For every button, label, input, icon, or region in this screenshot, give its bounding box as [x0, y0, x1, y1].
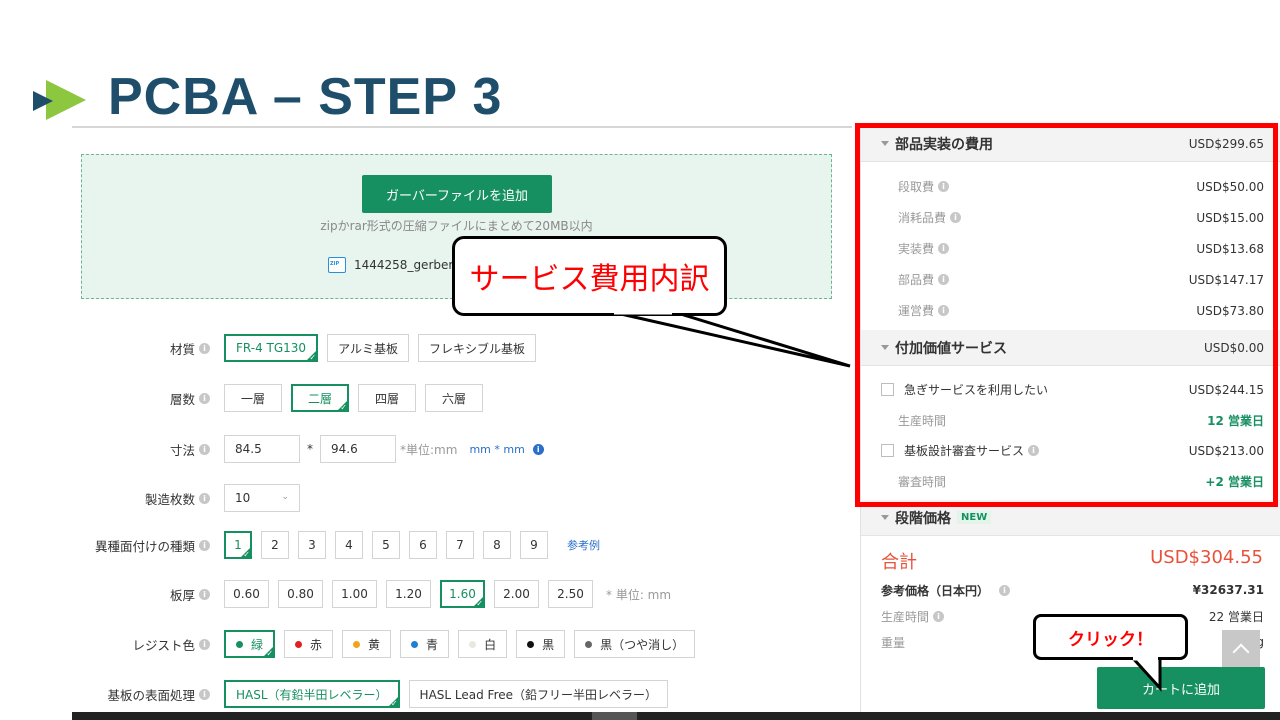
kind-option[interactable]: 3 [298, 531, 326, 559]
size-row: 寸法 i 84.5 * 94.6 *単位:mm mm * mm i [72, 433, 544, 465]
kind-option[interactable]: 2 [261, 531, 289, 559]
resist-option[interactable]: 黄 [342, 630, 392, 658]
chevron-down-icon: ⌄ [281, 492, 289, 502]
layer-option[interactable]: 一層 [224, 384, 282, 412]
resist-option[interactable]: 青 [400, 630, 450, 658]
quantity-row: 製造枚数 i 10 ⌄ [72, 482, 300, 514]
resist-option[interactable]: 黒 [516, 630, 566, 658]
color-dot [585, 640, 593, 648]
material-option[interactable]: FR-4 TG130 [224, 334, 319, 362]
material-row: 材質i FR-4 TG130 アルミ基板 フレキシブル基板 [72, 332, 545, 364]
kind-option[interactable]: 4 [335, 531, 363, 559]
size-separator: * [307, 442, 313, 456]
layer-option[interactable]: 四層 [358, 384, 416, 412]
thickness-option[interactable]: 2.50 [548, 580, 593, 608]
uploaded-file: 1444258_gerberf [328, 257, 458, 273]
thickness-option[interactable]: 1.20 [386, 580, 431, 608]
new-badge: NEW [957, 511, 992, 524]
add-to-cart-button[interactable]: カートに追加 [1097, 667, 1265, 709]
resist-row: レジスト色i 緑 赤 黄 青 白 黒 黒（つや消し） [72, 628, 704, 660]
color-dot [469, 640, 477, 648]
caret-down-icon [881, 515, 889, 520]
highlight-box [855, 123, 1278, 507]
total-label: 合計 [881, 552, 917, 573]
material-option[interactable]: アルミ基板 [327, 334, 409, 362]
callout-text: サービス費用内訳 [469, 262, 710, 297]
thickness-option[interactable]: 2.00 [494, 580, 539, 608]
layer-option[interactable]: 六層 [425, 384, 483, 412]
thickness-option[interactable]: 1.00 [332, 580, 377, 608]
scrollbar-thumb[interactable] [592, 712, 637, 720]
color-dot [411, 640, 419, 648]
total-amount: USD$304.55 [1150, 547, 1263, 568]
resist-option[interactable]: 白 [458, 630, 508, 658]
finish-option[interactable]: HASL Lead Free（鉛フリー半田レベラー） [408, 680, 669, 708]
click-callout: クリック！ [1033, 614, 1188, 660]
kind-option[interactable]: 7 [446, 531, 474, 559]
color-dot [353, 640, 361, 648]
info-icon[interactable]: i [199, 443, 210, 455]
horizontal-scrollbar[interactable] [72, 712, 1280, 720]
add-gerber-button[interactable]: ガーバーファイルを追加 [362, 175, 552, 213]
example-link[interactable]: 参考例 [567, 537, 600, 553]
finish-option[interactable]: HASL（有鉛半田レベラー） [224, 680, 400, 708]
finish-row: 基板の表面処理i HASL（有鉛半田レベラー） HASL Lead Free（鉛… [72, 678, 677, 710]
callout-text: クリック！ [1068, 629, 1153, 650]
resist-option[interactable]: 黒（つや消し） [574, 630, 696, 658]
slide-title: PCBA – STEP 3 [30, 62, 502, 132]
info-icon[interactable]: i [532, 443, 544, 455]
chevron-up-icon [1232, 643, 1250, 661]
kind-option[interactable]: 8 [483, 531, 511, 559]
width-input[interactable]: 84.5 [224, 435, 300, 463]
color-dot [295, 640, 303, 648]
info-icon[interactable]: i [199, 588, 210, 600]
info-icon[interactable]: i [933, 610, 945, 622]
info-icon[interactable]: i [199, 638, 210, 650]
back-to-top-button[interactable] [1222, 630, 1260, 668]
kind-option[interactable]: 6 [409, 531, 437, 559]
layer-option[interactable]: 二層 [291, 384, 349, 412]
thickness-row: 板厚i 0.60 0.80 1.00 1.20 1.60 2.00 2.50 *… [72, 578, 671, 610]
kind-option[interactable]: 5 [372, 531, 400, 559]
info-icon[interactable]: i [999, 584, 1011, 596]
thickness-option[interactable]: 0.80 [278, 580, 323, 608]
thickness-unit: * 単位: mm [606, 587, 672, 602]
resist-option[interactable]: 緑 [224, 630, 276, 658]
material-option[interactable]: フレキシブル基板 [417, 334, 536, 362]
info-icon[interactable]: i [199, 539, 210, 551]
page-title: PCBA – STEP 3 [108, 68, 503, 126]
quantity-select[interactable]: 10 ⌄ [224, 484, 300, 512]
height-input[interactable]: 94.6 [320, 435, 396, 463]
info-icon[interactable]: i [199, 392, 210, 404]
kind-option[interactable]: 1 [224, 531, 252, 559]
file-name: 1444258_gerberf [354, 258, 458, 272]
info-icon[interactable]: i [199, 342, 210, 354]
color-dot [236, 640, 243, 648]
service-breakdown-callout: サービス費用内訳 [452, 236, 727, 316]
info-icon[interactable]: i [199, 492, 210, 504]
zip-file-icon [328, 257, 346, 273]
info-icon[interactable]: i [199, 688, 210, 700]
reference-price-row: 参考価格（日本円） i ¥32637.31 [881, 583, 1264, 598]
color-dot [527, 640, 535, 648]
kinds-row: 異種面付けの種類i 1 2 3 4 5 6 7 8 9 参考例 [72, 529, 600, 561]
play-arrows-icon [33, 80, 86, 120]
unit-toggle-link[interactable]: mm * mm [469, 443, 524, 456]
thickness-option[interactable]: 1.60 [440, 580, 485, 608]
kind-option[interactable]: 9 [520, 531, 548, 559]
resist-option[interactable]: 赤 [284, 630, 334, 658]
thickness-option[interactable]: 0.60 [224, 580, 269, 608]
upload-hint: zipかrar形式の圧縮ファイルにまとめて20MB以内 [320, 219, 593, 233]
size-unit: *単位:mm [400, 442, 458, 457]
layers-row: 層数i 一層 二層 四層 六層 [72, 382, 492, 414]
